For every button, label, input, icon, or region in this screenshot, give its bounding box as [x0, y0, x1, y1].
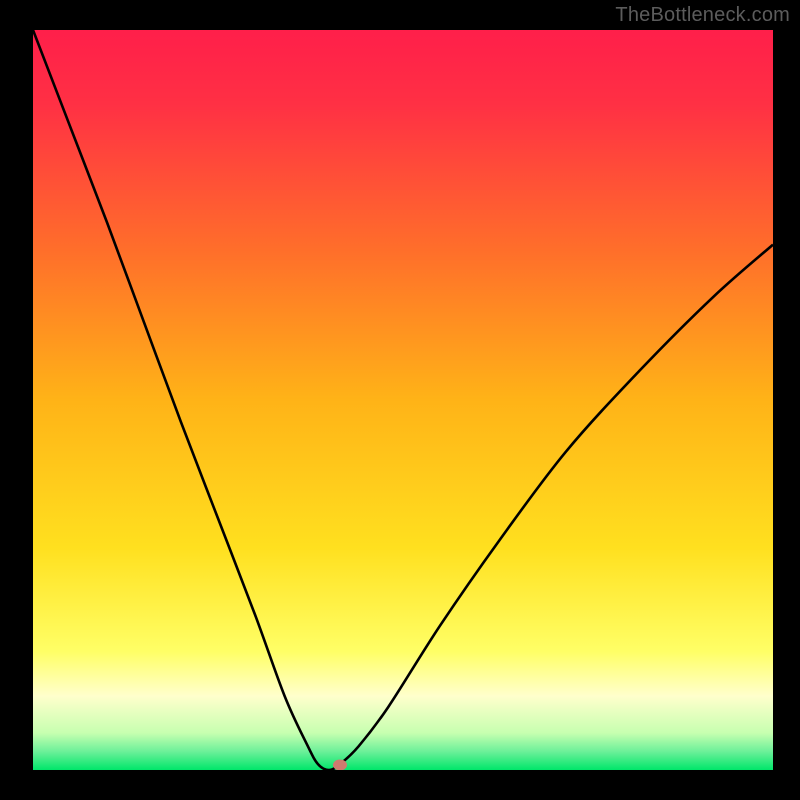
watermark-text: TheBottleneck.com	[615, 4, 790, 27]
chart-frame: TheBottleneck.com	[0, 0, 800, 800]
optimal-marker	[333, 759, 347, 770]
plot-area	[33, 30, 773, 770]
bottleneck-curve	[33, 30, 773, 770]
